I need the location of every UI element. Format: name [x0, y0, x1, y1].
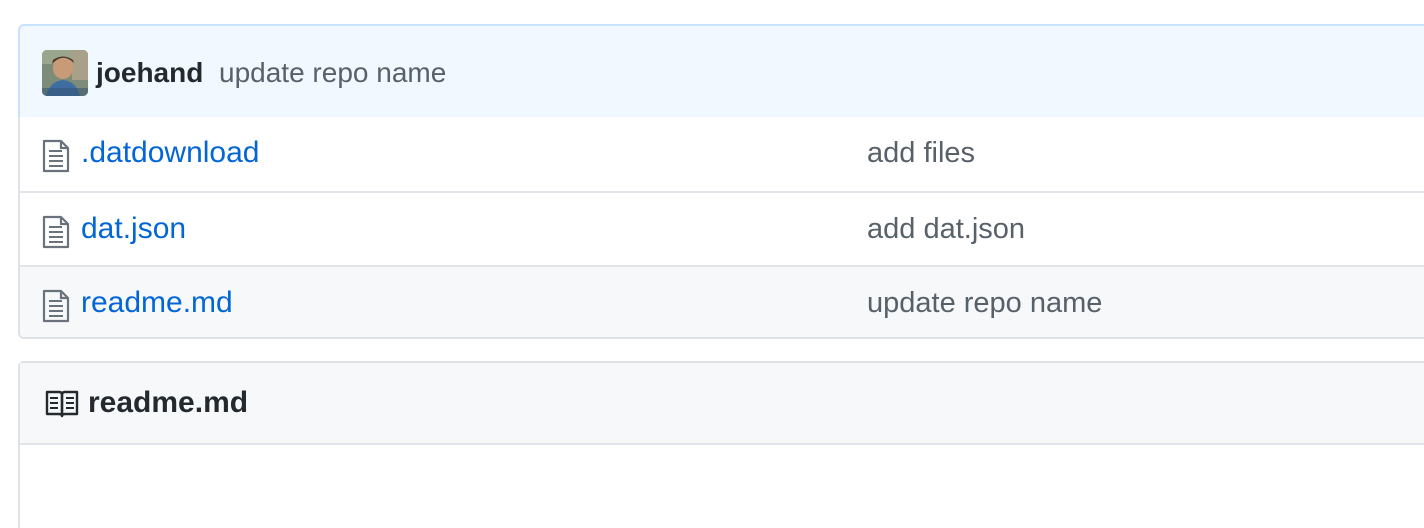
file-row: readme.md update repo name [20, 265, 1424, 337]
file-icon [42, 289, 70, 323]
file-commit-message-link[interactable]: add files [867, 135, 975, 171]
latest-commit-bar: joehand update repo name [18, 24, 1424, 119]
file-name-link[interactable]: readme.md [81, 285, 233, 321]
book-icon [45, 390, 79, 418]
commit-author-link[interactable]: joehand [96, 56, 203, 90]
readme-header: readme.md [20, 363, 1424, 445]
readme-panel: readme.md [18, 361, 1424, 528]
file-commit-message-link[interactable]: update repo name [867, 285, 1102, 321]
file-name-link[interactable]: dat.json [81, 211, 186, 247]
repository-page: joehand update repo name .datdownload ad… [0, 0, 1424, 528]
file-row: dat.json add dat.json [20, 191, 1424, 265]
file-icon [42, 215, 70, 249]
file-list: .datdownload add files dat.json add dat.… [18, 117, 1424, 339]
file-icon [42, 139, 70, 173]
file-name-link[interactable]: .datdownload [81, 135, 259, 171]
avatar[interactable] [42, 50, 88, 96]
file-row: .datdownload add files [20, 117, 1424, 191]
commit-message-link[interactable]: update repo name [219, 56, 446, 90]
file-commit-message-link[interactable]: add dat.json [867, 211, 1025, 247]
readme-title: readme.md [88, 386, 249, 419]
